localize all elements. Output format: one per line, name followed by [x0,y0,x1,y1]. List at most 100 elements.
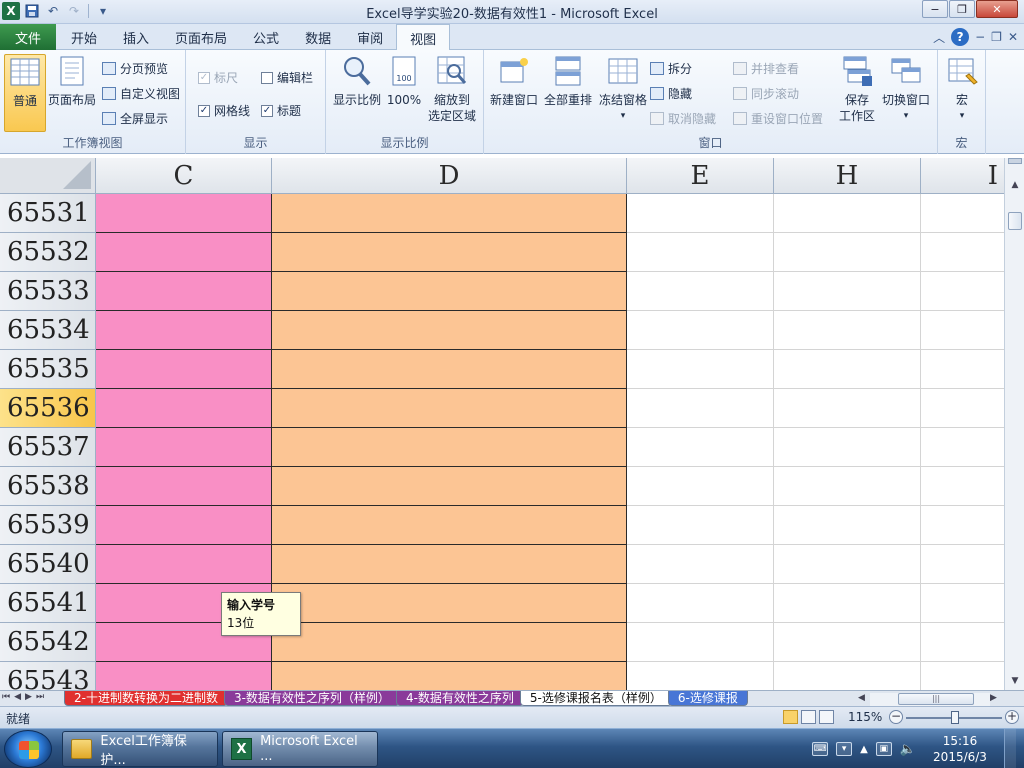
horizontal-scrollbar[interactable]: ◀ ||| ▶ [856,692,1004,706]
cell-h[interactable] [774,233,921,272]
row-header[interactable]: 65532 [0,233,96,272]
worksheet-grid[interactable]: C D E H I 65531 65532 65533 65534 65535 65536… [0,158,1004,690]
cell-e[interactable] [627,311,774,350]
tab-2[interactable]: 页面布局 [162,24,240,50]
cell-d[interactable] [272,545,627,584]
cell-c[interactable] [96,272,272,311]
cell-e[interactable] [627,350,774,389]
cell-d[interactable] [272,584,627,623]
cell-i[interactable] [921,623,1004,662]
tab-1[interactable]: 插入 [110,24,162,50]
cell-i[interactable] [921,350,1004,389]
workbook-close-icon[interactable]: ✕ [1008,30,1018,44]
cell-i[interactable] [921,662,1004,690]
row-header[interactable]: 65543 [0,662,96,690]
tab-0[interactable]: 开始 [58,24,110,50]
cell-e[interactable] [627,194,774,233]
horizontal-scroll-thumb[interactable]: ||| [898,693,974,705]
sheet-tab[interactable]: 4-数据有效性之序列 [395,691,524,706]
cell-c[interactable] [96,311,272,350]
page-break-shortcut-icon[interactable] [819,710,834,724]
cell-i[interactable] [921,389,1004,428]
close-button[interactable]: ✕ [976,0,1018,18]
cell-i[interactable] [921,272,1004,311]
tab-file[interactable]: 文件 [0,24,56,50]
cell-d[interactable] [272,389,627,428]
zoom-button[interactable]: 显示比例 [330,54,384,108]
full-screen-button[interactable]: 全屏显示 [102,110,168,127]
tray-expand-icon[interactable]: ▲ [860,744,868,755]
freeze-panes-button[interactable]: 冻结窗格 ▾ [594,54,652,124]
cell-e[interactable] [627,272,774,311]
sheet-tab[interactable]: 3-数据有效性之序列（样例） [223,691,400,706]
sync-scroll-button[interactable]: 同步滚动 [733,85,799,102]
cell-d[interactable] [272,506,627,545]
zoom-slider-thumb[interactable] [951,711,959,724]
zoom-out-icon[interactable]: − [889,710,903,724]
sheet-tab[interactable]: 6-选修课报 [667,691,748,706]
tab-4[interactable]: 数据 [292,24,344,50]
cell-h[interactable] [774,506,921,545]
last-sheet-icon[interactable]: ⏭ [36,692,44,702]
row-header[interactable]: 65534 [0,311,96,350]
zoom-in-icon[interactable]: + [1005,710,1019,724]
cell-h[interactable] [774,350,921,389]
cell-d[interactable] [272,623,627,662]
cell-c[interactable] [96,662,272,690]
cell-e[interactable] [627,584,774,623]
cell-e[interactable] [627,623,774,662]
cell-d[interactable] [272,194,627,233]
volume-icon[interactable]: 🔈 [900,742,916,757]
cell-i[interactable] [921,311,1004,350]
select-all-corner[interactable] [0,158,96,194]
switch-windows-button[interactable]: 切换窗口 ▾ [878,54,934,124]
row-header[interactable]: 65536 [0,389,96,428]
zoom-to-selection-button[interactable]: 缩放到 选定区域 [424,54,480,124]
custom-views-button[interactable]: 自定义视图 [102,85,180,102]
cell-h[interactable] [774,194,921,233]
minimize-ribbon-icon[interactable]: ︿ [933,29,945,46]
row-header[interactable]: 65540 [0,545,96,584]
cell-d[interactable] [272,428,627,467]
reset-position-button[interactable]: 重设窗口位置 [733,110,823,127]
arrange-all-button[interactable]: 全部重排 [540,54,596,108]
macros-button[interactable]: 宏 ▾ [942,54,982,124]
cell-h[interactable] [774,389,921,428]
cell-c[interactable] [96,389,272,428]
cell-d[interactable] [272,662,627,690]
cell-e[interactable] [627,467,774,506]
keyboard-icon[interactable]: ⌨ [812,742,829,756]
column-header-d[interactable]: D [272,158,627,194]
next-sheet-icon[interactable]: ▶ [25,692,32,702]
vertical-scroll-thumb[interactable] [1008,212,1022,230]
cell-e[interactable] [627,506,774,545]
column-header-h[interactable]: H [774,158,921,194]
cell-h[interactable] [774,662,921,690]
cell-d[interactable] [272,233,627,272]
workbook-restore-icon[interactable]: ❐ [991,30,1002,44]
column-header-e[interactable]: E [627,158,774,194]
cell-c[interactable] [96,506,272,545]
clock[interactable]: 15:16 2015/6/3 [924,733,996,765]
taskbar-item-excel[interactable]: X Microsoft Excel ... [222,731,378,767]
cell-e[interactable] [627,428,774,467]
minimize-button[interactable]: − [922,0,948,18]
cell-i[interactable] [921,467,1004,506]
vertical-scrollbar[interactable]: ▲ ▼ [1004,158,1024,690]
sheet-tab[interactable]: 2-十进制数转换为二进制数 [64,691,228,706]
cell-c[interactable] [96,350,272,389]
cell-c[interactable] [96,233,272,272]
show-desktop-button[interactable] [1004,729,1016,768]
cell-c[interactable] [96,194,272,233]
network-icon[interactable]: ▣ [875,742,892,756]
page-layout-shortcut-icon[interactable] [801,710,816,724]
side-by-side-button[interactable]: 并排查看 [733,60,799,77]
cell-e[interactable] [627,662,774,690]
cell-d[interactable] [272,272,627,311]
input-method-icon[interactable]: ▾ [836,742,853,756]
cell-e[interactable] [627,545,774,584]
split-button[interactable]: 拆分 [650,60,692,77]
cell-i[interactable] [921,506,1004,545]
cell-h[interactable] [774,311,921,350]
scroll-right-icon[interactable]: ▶ [990,693,997,703]
